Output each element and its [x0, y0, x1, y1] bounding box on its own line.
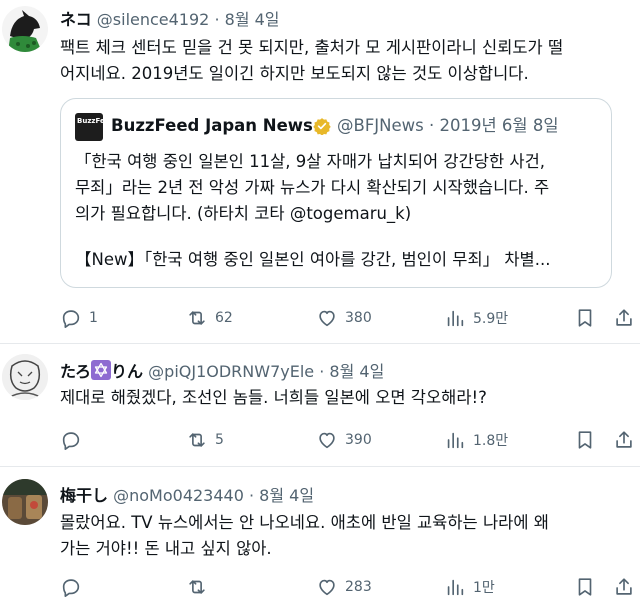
quote-handle: @BFJNews — [337, 116, 424, 135]
retweet-count: 5 — [215, 432, 224, 448]
quote-text-line: 「한국 여행 중인 일본인 11살, 9살 자매가 납치되어 강간당한 사건, — [75, 152, 546, 171]
retweet-button[interactable]: 62 — [186, 304, 233, 332]
tweet-2[interactable]: たろ りん @piQJ1ODRNW7yEle · 8월 4일 제대로 해줬겠다, … — [0, 344, 640, 464]
like-count: 283 — [345, 579, 372, 595]
views-chart-icon — [447, 310, 464, 327]
quote-text-line: 【New】「한국 여행 중인 일본인 여아를 강간, 범인이 무죄」 차별... — [75, 250, 551, 269]
retweet-button[interactable]: 5 — [186, 426, 224, 454]
views-chart-icon — [447, 579, 464, 596]
retweet-icon — [189, 580, 205, 594]
quote-text-line: 무죄」라는 2년 전 악성 가짜 뉴스가 다시 확산되기 시작했습니다. 주 — [75, 178, 550, 197]
separator-dot: · — [248, 486, 255, 505]
reply-button[interactable] — [60, 426, 89, 454]
tweet-actions: 1 62 380 5.9만 — [60, 304, 635, 332]
share-button[interactable] — [613, 304, 635, 332]
star-of-david-emoji-icon — [91, 360, 112, 380]
user-handle[interactable]: @piQJ1ODRNW7yEle — [148, 362, 314, 381]
share-icon — [616, 309, 632, 326]
like-button[interactable]: 380 — [316, 304, 372, 332]
views-button[interactable]: 5.9만 — [444, 304, 508, 332]
retweet-button[interactable] — [186, 573, 215, 601]
bookmark-icon — [578, 309, 592, 327]
view-count: 1.8만 — [473, 433, 509, 449]
tweet-text-line: 몰랐어요. TV 뉴스에서는 안 나오네요. 애초에 반일 교육하는 나라에 왜 — [60, 513, 549, 532]
reply-button[interactable]: 1 — [60, 304, 98, 332]
views-button[interactable]: 1만 — [444, 573, 495, 601]
retweet-icon — [189, 311, 205, 325]
display-name[interactable]: 梅干し — [60, 486, 108, 505]
separator-dot: · — [214, 10, 220, 29]
reply-button[interactable] — [60, 573, 89, 601]
avatar[interactable] — [2, 6, 48, 52]
share-button[interactable] — [613, 573, 635, 601]
bookmark-button[interactable] — [574, 304, 596, 332]
heart-icon — [319, 432, 335, 449]
verified-badge-icon — [313, 118, 331, 135]
heart-icon — [319, 579, 335, 596]
buzzfeed-logo: BuzzFeed News — [75, 113, 138, 141]
like-button[interactable]: 390 — [316, 426, 372, 454]
retweet-count: 62 — [215, 310, 233, 326]
tweet-header: ネコ @silence4192 · 8월 4일 — [60, 8, 280, 32]
quote-display-name: BuzzFeed Japan News — [111, 116, 313, 135]
tweet-text: 몰랐어요. TV 뉴스에서는 안 나오네요. 애초에 반일 교육하는 나라에 왜… — [60, 510, 635, 562]
avatar[interactable] — [2, 479, 48, 525]
separator-dot: · — [429, 116, 435, 135]
tweet-header: たろ りん @piQJ1ODRNW7yEle · 8월 4일 — [60, 360, 384, 384]
like-count: 390 — [345, 432, 372, 448]
quoted-tweet[interactable]: BuzzFeed News BuzzFeed Japan News @BFJNe… — [60, 98, 612, 288]
views-chart-icon — [447, 432, 464, 449]
like-button[interactable]: 283 — [316, 573, 372, 601]
tweet-actions: 283 1만 — [60, 573, 635, 601]
bookmark-icon — [578, 578, 592, 596]
quote-text-line: 의가 필요합니다. (하타치 코타 @togemaru_k) — [75, 204, 412, 223]
tweet-date[interactable]: 8월 4일 — [329, 362, 384, 381]
user-handle[interactable]: @silence4192 — [97, 10, 210, 29]
retweet-icon — [189, 433, 205, 447]
user-handle[interactable]: @noMo0423440 — [113, 486, 244, 505]
reply-icon — [62, 432, 80, 450]
avatar[interactable] — [2, 354, 48, 400]
share-icon — [616, 431, 632, 448]
tweet-header: 梅干し @noMo0423440 · 8월 4일 — [60, 484, 314, 508]
tweet-date[interactable]: 8월 4일 — [225, 10, 280, 29]
separator-dot: · — [319, 362, 325, 381]
tweet-text: 제대로 해줬겠다, 조선인 놈들. 너희들 일본에 오면 각오해라!? — [60, 385, 635, 411]
views-button[interactable]: 1.8만 — [444, 426, 508, 454]
tweet-text-line: 가는 거야!! 돈 내고 싶지 않아. — [60, 539, 272, 558]
tweet-actions: 5 390 1.8만 — [60, 426, 635, 454]
tweet-3[interactable]: 梅干し @noMo0423440 · 8월 4일 몰랐어요. TV 뉴스에서는 … — [0, 467, 640, 599]
tweet-text-line: 팩트 체크 센터도 믿을 건 못 되지만, 출처가 모 게시판이라니 신뢰도가 … — [60, 38, 564, 57]
view-count: 1만 — [473, 580, 495, 596]
tweet-text: 팩트 체크 센터도 믿을 건 못 되지만, 출처가 모 게시판이라니 신뢰도가 … — [60, 35, 635, 87]
share-icon — [616, 578, 632, 595]
view-count: 5.9만 — [473, 311, 509, 327]
display-name[interactable]: ネコ — [60, 10, 92, 29]
bookmark-button[interactable] — [574, 426, 596, 454]
like-count: 380 — [345, 310, 372, 326]
heart-icon — [319, 310, 335, 327]
quote-text: 「한국 여행 중인 일본인 11살, 9살 자매가 납치되어 강간당한 사건, … — [75, 149, 600, 227]
share-button[interactable] — [613, 426, 635, 454]
reply-icon — [62, 310, 80, 328]
reply-icon — [62, 579, 80, 597]
bookmark-icon — [578, 431, 592, 449]
tweet-text-line: 어지네요. 2019년도 일이긴 하지만 보도되지 않는 것도 이상합니다. — [60, 64, 529, 83]
display-name-part: たろ — [60, 362, 92, 381]
tweet-1[interactable]: ネコ @silence4192 · 8월 4일 팩트 체크 센터도 믿을 건 못… — [0, 0, 640, 340]
bookmark-button[interactable] — [574, 573, 596, 601]
quote-date: 2019년 6월 8일 — [439, 116, 559, 135]
display-name-part: りん — [111, 362, 144, 381]
tweet-date[interactable]: 8월 4일 — [259, 486, 314, 505]
display-name[interactable]: たろ りん — [60, 360, 144, 381]
tweet-text-line: 제대로 해줬겠다, 조선인 놈들. 너희들 일본에 오면 각오해라!? — [60, 388, 487, 407]
reply-count: 1 — [89, 310, 98, 326]
